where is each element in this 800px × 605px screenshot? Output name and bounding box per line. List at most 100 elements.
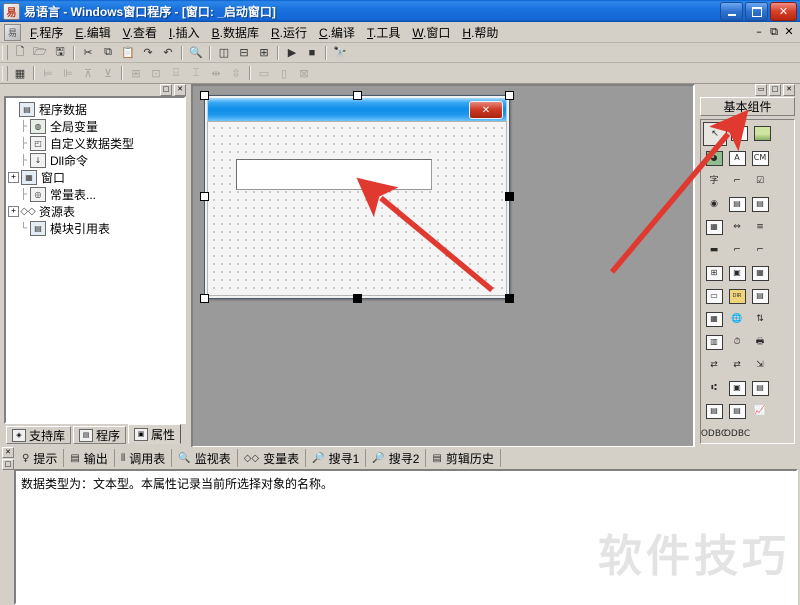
- internet-tool[interactable]: 🌐: [726, 308, 748, 330]
- label-frame-tool[interactable]: ▭: [703, 285, 725, 307]
- design-edit-box[interactable]: [236, 159, 432, 190]
- menu-item-window[interactable]: W.窗口: [406, 22, 456, 43]
- image-list-tool[interactable]: ▣: [726, 262, 748, 284]
- left-panel-close-icon[interactable]: ✕: [174, 84, 186, 96]
- tree-item-dll-command[interactable]: ├ ↓ Dll命令: [8, 152, 182, 169]
- align-left-button[interactable]: ⊨: [39, 65, 57, 82]
- design-form-close-icon[interactable]: ✕: [469, 101, 503, 119]
- toolbar-grip[interactable]: [2, 65, 8, 81]
- link-send-tool[interactable]: ⇄: [703, 354, 725, 376]
- align-right-button[interactable]: ⊫: [59, 65, 77, 82]
- tab-hint[interactable]: ♀ 提示: [16, 449, 65, 467]
- left-panel-restore-button[interactable]: □: [160, 84, 172, 96]
- client-tool[interactable]: ⇲: [749, 354, 771, 376]
- tab-clip-history[interactable]: ▤ 剪辑历史: [426, 449, 501, 467]
- open-file-button[interactable]: 🗁: [31, 44, 49, 61]
- same-width-button[interactable]: ⌸: [167, 65, 185, 82]
- tab-output[interactable]: ▤ 输出: [64, 449, 115, 467]
- layout-split-button[interactable]: ⊟: [235, 44, 253, 61]
- design-form-client-area[interactable]: [207, 121, 507, 296]
- copy-button[interactable]: ⧉: [99, 44, 117, 61]
- database-tool[interactable]: ▤: [703, 400, 725, 422]
- picture-frame-tool[interactable]: ▣: [726, 377, 748, 399]
- mdi-minimize-button[interactable]: –: [752, 25, 766, 38]
- run-button[interactable]: ▶: [283, 44, 301, 61]
- button-tool[interactable]: CM: [749, 147, 771, 169]
- palette-restore-button[interactable]: □: [769, 84, 781, 96]
- cut-button[interactable]: ✂: [79, 44, 97, 61]
- folder-tool[interactable]: DIR: [726, 285, 748, 307]
- timer-tool[interactable]: ⏱: [726, 331, 748, 353]
- frame-tool[interactable]: ⌐: [726, 170, 748, 192]
- new-file-button[interactable]: 🗋: [11, 44, 29, 61]
- pointer-tool[interactable]: ↖: [703, 122, 727, 146]
- scroll-bar-tool[interactable]: ⇔: [726, 216, 748, 238]
- slider-tool[interactable]: ⌐: [726, 239, 748, 261]
- calendar-tool[interactable]: ▦: [749, 262, 771, 284]
- space-vertical-button[interactable]: ⇳: [227, 65, 245, 82]
- tab-support-library[interactable]: ◈ 支持库: [6, 426, 72, 444]
- size-height-button[interactable]: ▯: [275, 65, 293, 82]
- printer-tool[interactable]: 🖶: [749, 331, 771, 353]
- menu-item-edit[interactable]: E.编辑: [69, 22, 116, 43]
- space-horizontal-button[interactable]: ⇹: [207, 65, 225, 82]
- menu-item-run[interactable]: R.运行: [265, 22, 313, 43]
- size-width-button[interactable]: ▭: [255, 65, 273, 82]
- edit-box-tool[interactable]: AI: [728, 122, 750, 144]
- minimize-button[interactable]: [720, 2, 743, 21]
- layout-left-button[interactable]: ◫: [215, 44, 233, 61]
- paste-button[interactable]: 📋: [119, 44, 137, 61]
- record-set-tool[interactable]: ▤: [726, 400, 748, 422]
- date-picker-tool[interactable]: ▦: [703, 308, 725, 330]
- program-data-tree[interactable]: ▤ 程序数据 ├ ◍ 全局变量 ├ ◰ 自定义数据类型 ├ ↓ Dll命令 + …: [4, 96, 186, 424]
- menu-item-database[interactable]: B.数据库: [206, 22, 265, 43]
- grid-tool[interactable]: ▦: [703, 216, 725, 238]
- label-tool[interactable]: A: [726, 147, 748, 169]
- network-tool[interactable]: ⑆: [703, 377, 725, 399]
- bottom-panel-restore-button[interactable]: □: [2, 458, 14, 470]
- form-designer-surface[interactable]: ✕: [191, 84, 695, 448]
- menu-item-view[interactable]: V.查看: [117, 22, 163, 43]
- chart-tool[interactable]: 📈: [749, 400, 771, 422]
- design-form-window[interactable]: ✕: [204, 95, 510, 299]
- list-box-tool[interactable]: ▤: [726, 193, 748, 215]
- find-button[interactable]: 🔍: [187, 44, 205, 61]
- palette-minimize-button[interactable]: ▭: [755, 84, 767, 96]
- tab-program[interactable]: ▤ 程序: [73, 426, 127, 444]
- find-next-button[interactable]: 🔭: [331, 44, 349, 61]
- bottom-panel-close-icon[interactable]: ✕: [2, 446, 14, 458]
- tree-item-global-variable[interactable]: ├ ◍ 全局变量: [8, 118, 182, 135]
- center-vertical-button[interactable]: ⊡: [147, 65, 165, 82]
- combo-box-tool[interactable]: ▤: [749, 193, 771, 215]
- link-recv-tool[interactable]: ⇄: [726, 354, 748, 376]
- tree-item-module-reference[interactable]: └ ▤ 模块引用表: [8, 220, 182, 237]
- text-tool[interactable]: 字: [703, 170, 725, 192]
- tree-expander-resource[interactable]: +: [8, 206, 19, 217]
- tree-item-custom-datatype[interactable]: ├ ◰ 自定义数据类型: [8, 135, 182, 152]
- tree-item-program-data[interactable]: ▤ 程序数据: [8, 101, 182, 118]
- save-file-button[interactable]: 🖫: [51, 44, 69, 61]
- odbc-tool[interactable]: ODBC: [701, 423, 727, 443]
- file-list-tool[interactable]: ▤: [749, 285, 771, 307]
- menu-item-program[interactable]: F.程序: [24, 22, 69, 43]
- menu-item-compile[interactable]: C.编译: [313, 22, 361, 43]
- resize-handle-top-right[interactable]: [505, 91, 514, 100]
- tab-variable-table[interactable]: ◇◇ 变量表: [238, 449, 307, 467]
- palette-header[interactable]: 基本组件: [700, 97, 795, 116]
- close-icon[interactable]: ✕: [770, 2, 797, 21]
- restore-button[interactable]: [745, 2, 768, 21]
- spin-tool[interactable]: ⇅: [749, 308, 771, 330]
- align-bottom-button[interactable]: ⊻: [99, 65, 117, 82]
- odbc-source-tool[interactable]: ODBC: [724, 423, 750, 443]
- tab-call-table[interactable]: ⦀ 调用表: [115, 449, 173, 467]
- check-box-tool[interactable]: ☑: [749, 170, 771, 192]
- shape-tool[interactable]: ◕: [703, 147, 725, 169]
- menu-item-help[interactable]: H.帮助: [456, 22, 504, 43]
- tree-item-resource-table[interactable]: + ◇◇ 资源表: [8, 203, 182, 220]
- palette-close-icon[interactable]: ✕: [783, 84, 795, 96]
- layout-grid-button[interactable]: ⊞: [255, 44, 273, 61]
- align-top-button[interactable]: ⊼: [79, 65, 97, 82]
- vertical-bar-tool[interactable]: ≡: [749, 216, 771, 238]
- menu-item-insert[interactable]: I.插入: [163, 22, 206, 43]
- same-height-button[interactable]: ⌶: [187, 65, 205, 82]
